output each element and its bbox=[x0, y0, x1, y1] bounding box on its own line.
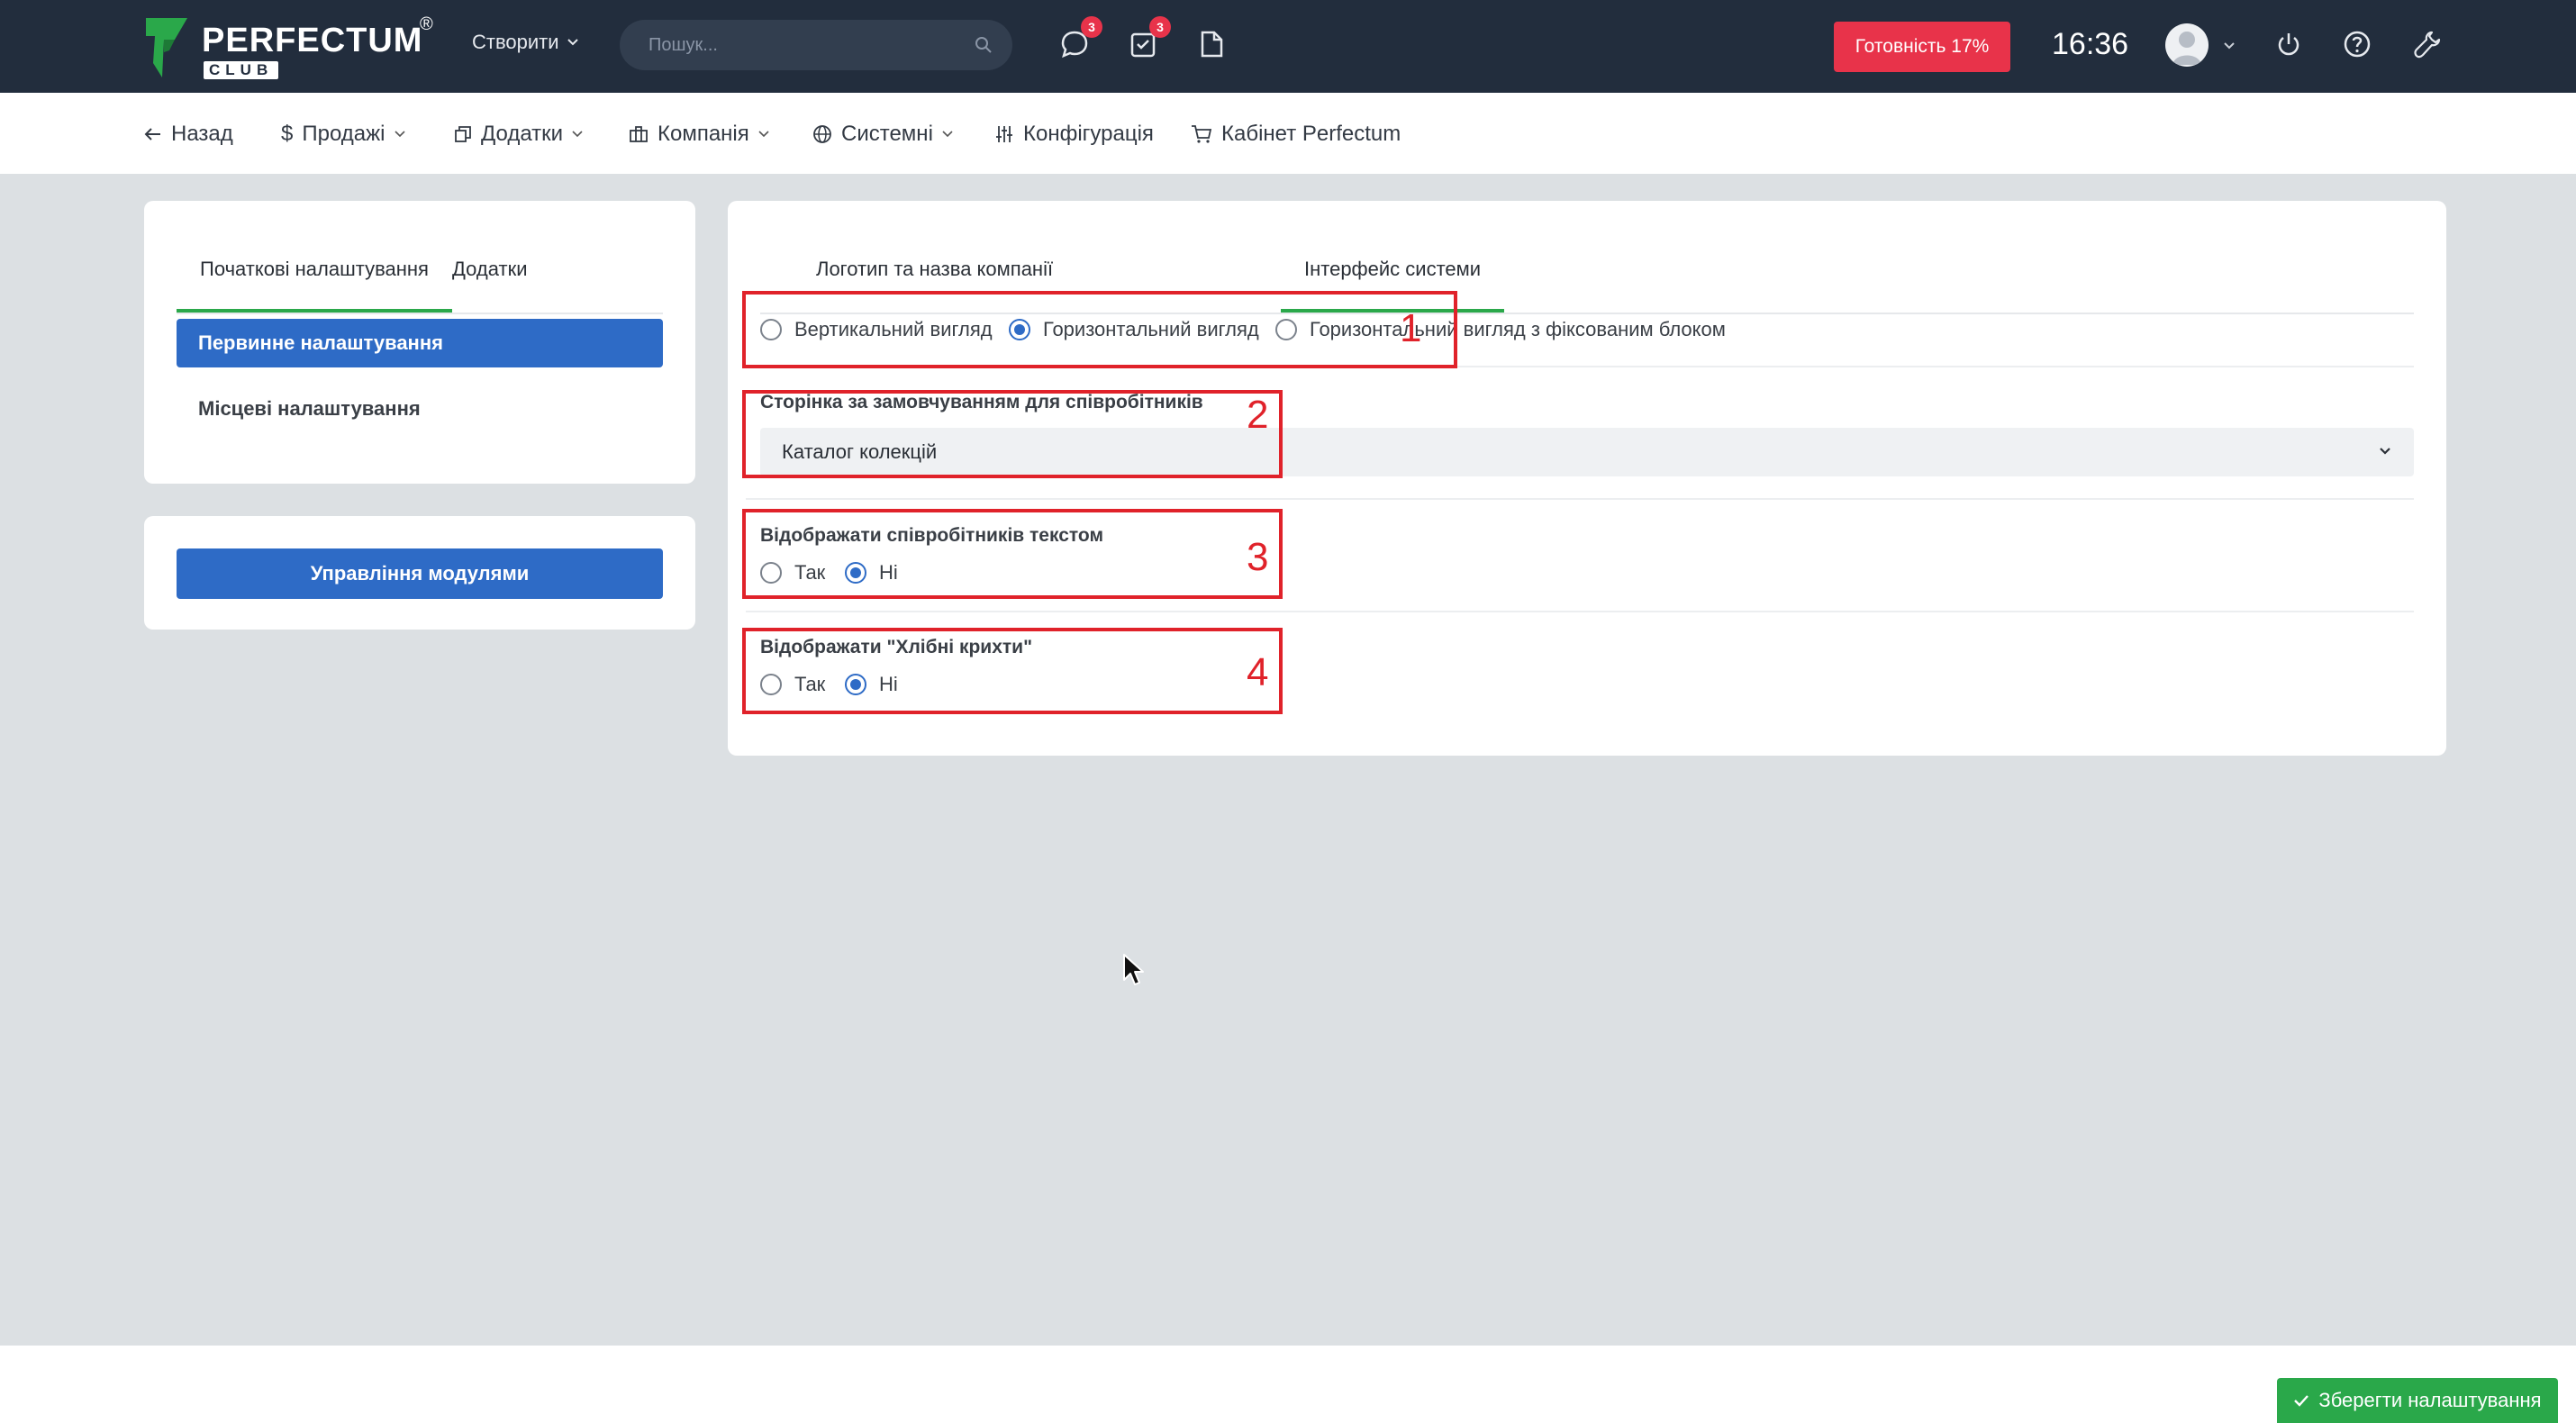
chevron-down-icon bbox=[567, 39, 578, 46]
wrench-icon bbox=[2414, 31, 2441, 59]
help-icon bbox=[2344, 31, 2371, 58]
annotation-number-1: 1 bbox=[1400, 306, 1422, 350]
nav-item-addons[interactable]: Додатки bbox=[454, 122, 583, 147]
search-input[interactable] bbox=[647, 33, 957, 57]
readiness-button[interactable]: Готовність 17% bbox=[1834, 22, 2010, 72]
nav-item-label: Конфігурація bbox=[1023, 122, 1154, 146]
globe-icon bbox=[813, 125, 831, 143]
dollar-icon: $ bbox=[281, 122, 294, 146]
chat-badge: 3 bbox=[1081, 16, 1102, 38]
logo-text: PERFECTUM bbox=[202, 22, 423, 59]
settings-button[interactable] bbox=[2412, 29, 2448, 65]
nav-item-back[interactable]: Назад bbox=[144, 122, 233, 147]
nav-item-label: Системні bbox=[841, 122, 933, 146]
user-avatar-icon bbox=[2172, 32, 2201, 65]
annotation-box-2 bbox=[742, 390, 1283, 478]
nav-item-configuration[interactable]: Конфігурація bbox=[994, 122, 1154, 147]
help-button[interactable] bbox=[2342, 29, 2378, 65]
nav-item-sales[interactable]: $ Продажі bbox=[281, 122, 405, 147]
top-bar: PERFECTUM ® CLUB Створити 3 3 Готовність bbox=[0, 0, 2576, 93]
logo-mark-icon bbox=[146, 18, 187, 77]
section-divider bbox=[746, 611, 2414, 612]
document-button[interactable] bbox=[1198, 29, 1234, 65]
create-menu-label: Створити bbox=[472, 31, 559, 53]
annotation-box-4 bbox=[742, 628, 1283, 714]
annotation-number-4: 4 bbox=[1247, 650, 1269, 694]
check-icon bbox=[2294, 1395, 2309, 1407]
annotation-number-3: 3 bbox=[1247, 535, 1269, 579]
settings-sidebar-card: Початкові налаштування Додатки Первинне … bbox=[144, 201, 695, 484]
chevron-down-icon bbox=[394, 131, 405, 138]
document-icon bbox=[1201, 31, 1223, 58]
create-menu[interactable]: Створити bbox=[472, 31, 579, 54]
arrow-left-icon bbox=[144, 128, 160, 140]
nav-item-label: Компанія bbox=[658, 122, 749, 146]
clock: 16:36 bbox=[2052, 27, 2129, 61]
tasks-button[interactable]: 3 bbox=[1128, 16, 1171, 65]
avatar[interactable] bbox=[2165, 23, 2209, 67]
save-settings-button[interactable]: Зберегти налаштування bbox=[2277, 1378, 2558, 1423]
annotation-box-3 bbox=[742, 509, 1283, 599]
manage-modules-button[interactable]: Управління модулями bbox=[177, 548, 663, 599]
power-button[interactable] bbox=[2273, 29, 2309, 65]
sidebar-tabs: Початкові налаштування Додатки bbox=[177, 240, 663, 314]
footer-bar: Зберегти налаштування bbox=[0, 1346, 2576, 1423]
annotation-number-2: 2 bbox=[1247, 393, 1269, 437]
chevron-down-icon[interactable] bbox=[2223, 41, 2236, 50]
interface-settings-card: Логотип та назва компанії Інтерфейс сист… bbox=[728, 201, 2446, 756]
chevron-down-icon bbox=[572, 131, 583, 138]
nav-item-perfectum-cabinet[interactable]: Кабінет Perfectum bbox=[1191, 122, 1401, 147]
tab-addons[interactable]: Додатки bbox=[452, 240, 527, 311]
nav-item-label: Додатки bbox=[481, 122, 564, 146]
search-icon[interactable] bbox=[975, 36, 993, 54]
nav-item-label: Кабінет Perfectum bbox=[1221, 122, 1401, 146]
chevron-down-icon bbox=[2380, 448, 2390, 455]
tasks-badge: 3 bbox=[1149, 16, 1171, 38]
chat-button[interactable]: 3 bbox=[1059, 16, 1102, 65]
power-icon bbox=[2278, 33, 2299, 56]
nav-bar: Назад $ Продажі Додатки Компанія Системн… bbox=[0, 93, 2576, 174]
search-box bbox=[620, 20, 1012, 70]
copy-icon bbox=[455, 126, 471, 142]
perfectum-logo[interactable]: PERFECTUM ® CLUB bbox=[144, 14, 441, 79]
logo-registered-mark: ® bbox=[420, 14, 433, 34]
sidebar-item-primary-settings[interactable]: Первинне налаштування bbox=[177, 319, 663, 367]
section-divider bbox=[746, 498, 2414, 500]
cart-icon bbox=[1192, 125, 1212, 143]
tab-initial-settings[interactable]: Початкові налаштування bbox=[177, 240, 452, 313]
annotation-box-1 bbox=[742, 291, 1457, 368]
chevron-down-icon bbox=[758, 131, 769, 138]
mouse-cursor-icon bbox=[1123, 954, 1144, 985]
sliders-icon bbox=[996, 126, 1012, 142]
briefcase-icon bbox=[630, 126, 648, 142]
modules-card: Управління модулями bbox=[144, 516, 695, 630]
nav-item-company[interactable]: Компанія bbox=[629, 122, 769, 147]
sidebar-item-local-settings[interactable]: Місцеві налаштування bbox=[177, 385, 663, 433]
nav-item-label: Назад bbox=[171, 122, 233, 146]
save-settings-label: Зберегти налаштування bbox=[2318, 1389, 2542, 1411]
chevron-down-icon bbox=[942, 131, 953, 138]
nav-item-system[interactable]: Системні bbox=[812, 122, 953, 147]
logo-club-text: CLUB bbox=[204, 61, 279, 79]
nav-item-label: Продажі bbox=[302, 122, 385, 146]
